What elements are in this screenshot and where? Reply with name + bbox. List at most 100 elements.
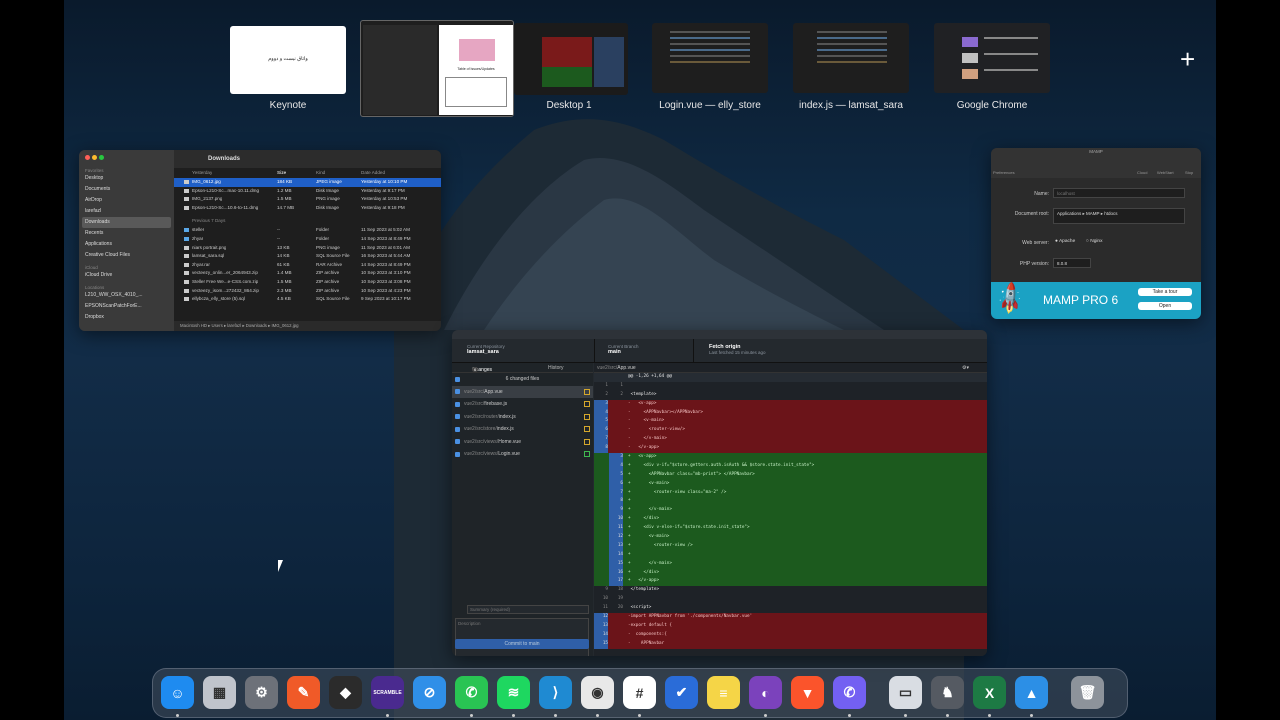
sidebar-item-creative-cloud-files[interactable]: Creative Cloud Files [79, 250, 174, 261]
file-row[interactable]: ellybcza_elly_store (5).sql 4.5 KB SQL Sou… [174, 295, 441, 304]
dock-icon-tasks[interactable]: ✔ [665, 676, 698, 709]
diff-line[interactable]: 17 + </v-app> [594, 577, 987, 587]
close-button[interactable] [85, 155, 90, 160]
summary-input[interactable]: Summary (required) [467, 605, 589, 614]
file-checkbox[interactable] [455, 426, 460, 432]
dock-icon-viber[interactable]: ✆ [833, 676, 866, 709]
commit-button[interactable]: Commit to main [455, 639, 589, 649]
dock-icon-safari[interactable]: ⊘ [413, 676, 446, 709]
diff-line[interactable]: 4 + <div v-if="$store.getters.auth.isAuth… [594, 461, 987, 471]
diff-line[interactable]: 10 19 [594, 595, 987, 604]
docroot-field[interactable]: Applications ▸ MAMP ▸ htdocs [1053, 208, 1185, 224]
zoom-button[interactable] [99, 155, 104, 160]
dock-icon-brave[interactable]: ▼ [791, 676, 824, 709]
changed-file-row[interactable]: vue2/src/firebase.js [452, 398, 593, 411]
current-branch[interactable]: Current Branch main [598, 339, 694, 363]
sidebar-item-downloads[interactable]: Downloads [82, 217, 171, 228]
col-kind[interactable]: Kind [316, 168, 325, 178]
current-repository[interactable]: Current Repository lamsat_sara [457, 339, 595, 363]
diff-line[interactable]: 14 + [594, 550, 987, 560]
space-thumb-current[interactable]: Table of Issues/Updates [360, 20, 514, 117]
mamp-window[interactable]: MAMP Preferences Cloud WebStart Stop Nam… [991, 148, 1201, 319]
select-all-row[interactable]: 6 changed files [452, 373, 593, 386]
dock-icon-vs-code[interactable]: ⟩ [539, 676, 572, 709]
diff-line[interactable]: 10 + </div> [594, 515, 987, 525]
file-row[interactable]: vecteezy_isom...272432_864.zip 2.3 MB ZIP … [174, 287, 441, 296]
file-row[interactable]: vecteezy_onlin...er_2064943.zip 1.4 MB ZIP… [174, 269, 441, 278]
space-thumb-login-vue[interactable] [652, 23, 768, 93]
changed-file-row[interactable]: vue2/src/views/Home.vue [452, 436, 593, 449]
file-row[interactable]: zhyar.rar 61 KB RAR Archive 14 Sep 2023 at … [174, 261, 441, 270]
file-checkbox[interactable] [455, 414, 460, 419]
dock-icon-whatsapp[interactable]: ✆ [455, 676, 488, 709]
diff-line[interactable]: 15 - APPNavbar [594, 639, 987, 649]
space-thumb-keynote[interactable]: واتاق نیست و دووم [230, 26, 346, 94]
add-space-button[interactable]: + [1180, 44, 1195, 75]
file-checkbox[interactable] [455, 451, 460, 457]
diff-line[interactable]: 11 20 <script> [594, 604, 987, 613]
dock-icon-slack[interactable]: # [623, 676, 656, 709]
diff-line[interactable]: 11 [594, 382, 987, 391]
dock-icon-google-chrome[interactable]: ◉ [581, 676, 614, 709]
diff-line[interactable]: 12 + <v-main> [594, 533, 987, 542]
diff-line[interactable]: 14 - components:{ [594, 630, 987, 640]
file-checkbox[interactable] [455, 401, 460, 407]
col-date[interactable]: Date Added [361, 168, 385, 178]
file-row[interactable]: niars portrait.png 13 KB PNG image 11 Sep 2… [174, 244, 441, 253]
diff-line[interactable]: 13 + <router-view /> [594, 541, 987, 551]
finder-window[interactable]: Favorites Desktop Documents AirDrop larefaz… [79, 150, 441, 331]
diff-line[interactable]: 9 18 </template> [594, 586, 987, 595]
dock-icon-keynote[interactable]: ▲ [1015, 676, 1048, 709]
diff-line[interactable]: @@ -1,26 +1,64 @@ [594, 373, 987, 382]
file-checkbox[interactable] [455, 389, 460, 394]
dock-icon-figma[interactable]: ◆ [329, 676, 362, 709]
file-row[interactable]: IMG_0612.jpg 184 KB JPEG image Yesterday at… [174, 178, 441, 187]
space-thumb-index-js[interactable] [793, 23, 909, 93]
diff-line[interactable]: 12 -import APPNavbar from './components/N… [594, 613, 987, 622]
diff-line[interactable]: 7 - </v-main> [594, 435, 987, 445]
file-row[interactable]: Epson-L210-Sc...10.6-to-11.dmg 14.7 MB Dis… [174, 204, 441, 213]
mamp-cloud[interactable]: Cloud [1137, 170, 1147, 175]
file-row[interactable]: lamsat_sara.sql 14 KB SQL Source File 16 Se… [174, 252, 441, 261]
sidebar-item-applications[interactable]: Applications [79, 239, 174, 250]
select-all-checkbox[interactable] [455, 376, 460, 382]
changed-file-row[interactable]: vue2/src/store/index.js [452, 423, 593, 436]
sidebar-item-desktop[interactable]: Desktop [79, 173, 174, 184]
name-field[interactable]: localhost [1053, 188, 1185, 198]
changed-file-row[interactable]: vue2/src/App.vue [452, 385, 593, 398]
description-input[interactable]: Description [455, 618, 589, 656]
mamp-stop[interactable]: Stop [1185, 170, 1193, 175]
dock-icon-spotify[interactable]: ≋ [497, 676, 530, 709]
sidebar-location-item[interactable]: EPSONScanPatchForE... [79, 301, 174, 312]
diff-line[interactable]: 7 + <router-view class="ma-2" /> [594, 488, 987, 498]
dock-icon-mamp[interactable]: ♞ [931, 676, 964, 709]
diff-line[interactable]: 13 -export default { [594, 621, 987, 631]
diff-line[interactable]: 5 + <APPNavbar class="mb-print"> </APPNav… [594, 470, 987, 480]
fetch-origin[interactable]: Fetch origin Last fetched 15 minutes ago [697, 339, 817, 363]
file-checkbox[interactable] [455, 439, 460, 444]
mamp-pro-banner[interactable]: 🚀 MAMP PRO 6 Take a tour Open [991, 280, 1201, 319]
diff-line[interactable]: 4 - <APPNavbar></APPNavbar> [594, 408, 987, 418]
diff-line[interactable]: 6 - <router-view/> [594, 426, 987, 436]
dock-icon-pen[interactable]: ✎ [287, 676, 320, 709]
file-row[interactable]: zhyar -- Folder 14 Sep 2023 at 8:49 PM [174, 235, 441, 244]
php-version-select[interactable]: 8.0.8 [1053, 258, 1091, 268]
dock-icon-preview[interactable]: ▭ [889, 676, 922, 709]
space-thumb-chrome[interactable] [934, 23, 1050, 93]
diff-line[interactable]: 16 + </div> [594, 568, 987, 578]
diff-line[interactable]: 5 - <v-main> [594, 417, 987, 427]
diff-line[interactable]: 11 + <div v-else-if="$store.state.init_st… [594, 524, 987, 534]
sidebar-location-item[interactable]: L210_WW_OSX_4010_... [79, 290, 174, 301]
dock-icon-scramble[interactable]: SCRAMBLE [371, 676, 404, 709]
changed-file-row[interactable]: vue2/src/router/index.js [452, 411, 593, 424]
col-size[interactable]: Size [277, 168, 286, 178]
diff-line[interactable]: 9 + </v-main> [594, 506, 987, 516]
file-row[interactable]: IMG_2137.png 1.5 MB PNG image Yesterday at … [174, 195, 441, 204]
dock-icon-notes[interactable]: ≡ [707, 676, 740, 709]
dock-icon-finder[interactable]: ☺ [161, 676, 194, 709]
changed-file-row[interactable]: vue2/src/views/Login.vue [452, 448, 593, 461]
diff-line[interactable]: 3 - <v-app> [594, 399, 987, 409]
sidebar-item-documents[interactable]: Documents [79, 184, 174, 195]
diff-line[interactable]: 8 - </v-app> [594, 444, 987, 454]
sidebar-item-icloud-drive[interactable]: iCloud Drive [79, 270, 174, 281]
